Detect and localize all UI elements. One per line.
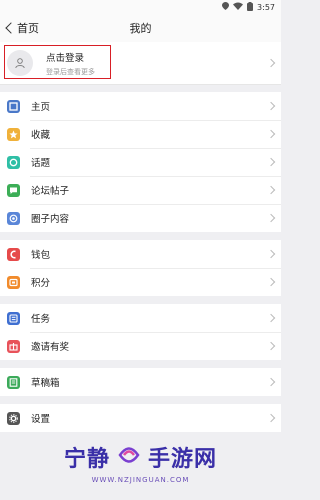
chat-icon: [7, 183, 20, 197]
menu-item-topic[interactable]: 话题: [0, 148, 281, 176]
battery-icon: [247, 1, 254, 13]
menu-item-label: 主页: [31, 102, 51, 113]
menu-item-label: 论坛帖子: [31, 186, 70, 197]
back-button[interactable]: 首页: [0, 20, 39, 36]
chevron-right-icon: [266, 377, 276, 387]
menu-item-wallet[interactable]: 钱包: [0, 240, 281, 268]
page-title: 我的: [129, 22, 152, 35]
gift-icon: [7, 339, 20, 353]
topic-icon: [7, 155, 20, 169]
chevron-right-icon: [266, 413, 276, 423]
menu-item-task[interactable]: 任务: [0, 304, 281, 332]
menu-item-label: 草稿箱: [31, 378, 60, 389]
chevron-right-icon: [266, 313, 276, 323]
menu-group: 草稿箱: [0, 368, 281, 396]
menu-item-circle[interactable]: 圈子内容: [0, 204, 281, 232]
watermark-left: 宁静: [63, 447, 110, 472]
home-icon: [7, 99, 20, 113]
points-icon: [7, 275, 20, 289]
task-icon: [7, 311, 20, 325]
watermark: 宁静 手游网 WWW.NZJINGUAN.COM: [0, 425, 281, 500]
status-time: 3:57: [257, 2, 275, 12]
location-icon: [222, 2, 230, 12]
menu-item-draft[interactable]: 草稿箱: [0, 368, 281, 396]
watermark-url: WWW.NZJINGUAN.COM: [91, 476, 190, 484]
chevron-right-icon: [266, 157, 276, 167]
menu-item-home[interactable]: 主页: [0, 92, 281, 120]
menu-item-label: 话题: [31, 158, 51, 169]
chevron-right-icon: [266, 213, 276, 223]
wallet-icon: [7, 247, 20, 261]
chevron-right-icon: [266, 185, 276, 195]
menu-item-gift[interactable]: 邀请有奖: [0, 332, 281, 360]
menu-item-star[interactable]: 收藏: [0, 120, 281, 148]
status-bar: 3:57: [0, 0, 281, 14]
login-subtitle: 登录后查看更多: [46, 67, 95, 76]
menu-item-label: 积分: [31, 278, 51, 289]
login-title: 点击登录: [46, 52, 85, 64]
avatar: [7, 50, 33, 76]
chevron-right-icon: [266, 101, 276, 111]
gear-icon: [7, 411, 20, 425]
menu-group: 任务 邀请有奖: [0, 304, 281, 360]
menu-item-chat[interactable]: 论坛帖子: [0, 176, 281, 204]
chevron-right-icon: [266, 341, 276, 351]
chevron-right-icon: [266, 58, 276, 68]
watermark-right: 手游网: [148, 447, 218, 472]
menu-item-label: 收藏: [31, 130, 51, 141]
circle-icon: [7, 211, 20, 225]
menu-item-label: 设置: [31, 414, 51, 425]
chevron-right-icon: [266, 277, 276, 287]
menu-item-label: 邀请有奖: [31, 342, 70, 353]
nav-bar: 首页 我的: [0, 14, 281, 42]
chevron-right-icon: [266, 249, 276, 259]
user-icon: [15, 58, 25, 69]
login-row[interactable]: 点击登录 登录后查看更多: [0, 42, 281, 85]
menu-group: 钱包 积分: [0, 240, 281, 296]
chevron-right-icon: [266, 129, 276, 139]
watermark-logo-icon: [116, 444, 142, 470]
menu-item-label: 钱包: [31, 250, 51, 261]
menu-item-label: 任务: [31, 314, 51, 325]
menu-group: 主页收藏话题论坛帖子圈子内容: [0, 92, 281, 232]
menu-item-label: 圈子内容: [31, 214, 70, 225]
draft-icon: [7, 375, 20, 389]
menu-item-points[interactable]: 积分: [0, 268, 281, 296]
chevron-left-icon: [5, 22, 17, 34]
star-icon: [7, 127, 20, 141]
back-label: 首页: [17, 22, 39, 35]
wifi-icon: [233, 2, 244, 12]
